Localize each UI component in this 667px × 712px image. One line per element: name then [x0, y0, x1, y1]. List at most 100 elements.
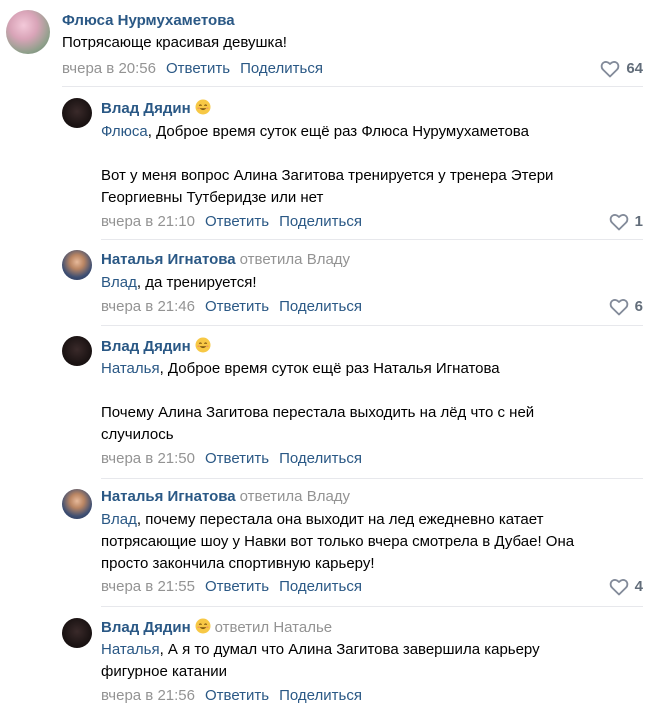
comment-text: Потрясающе красивая девушка!	[62, 32, 287, 54]
comment-thread: Флюса Нурмухаметова Потрясающе красивая …	[0, 0, 667, 712]
comment-text-line: Влад, да тренируется!	[101, 272, 257, 294]
comment-meta: вчера в 21:50 Ответить Поделиться	[101, 449, 362, 469]
comment: Влад Дядин ответил Наталье Наталья, А я т…	[0, 609, 667, 712]
comment: Влад Дядин Флюса, Доброе время суток ещё…	[0, 90, 667, 240]
reply-button[interactable]: Ответить	[205, 578, 269, 595]
share-button[interactable]: Поделиться	[240, 60, 323, 77]
comment-author[interactable]: Наталья Игнатова ответила Владу	[101, 487, 350, 507]
avatar[interactable]	[62, 98, 92, 128]
comment-text-line: Почему Алина Загитова перестала выходить…	[101, 404, 535, 421]
comment-text-rest: , Доброе время суток ещё раз Наталья Игн…	[159, 360, 500, 377]
reply-button[interactable]: Ответить	[166, 60, 230, 77]
comment-meta: вчера в 21:56 Ответить Поделиться	[101, 686, 362, 706]
share-button[interactable]: Поделиться	[279, 213, 362, 230]
comment-text-line: Флюса, Доброе время суток ещё раз Флюса …	[101, 121, 553, 143]
comment-author[interactable]: Влад Дядин	[101, 99, 211, 119]
like-button[interactable]: 64	[600, 59, 643, 79]
divider	[62, 86, 643, 87]
reply-button[interactable]: Ответить	[205, 213, 269, 230]
comment-meta: вчера в 21:10 Ответить Поделиться	[101, 212, 362, 232]
mention-link[interactable]: Наталья	[101, 360, 160, 377]
comment-text-rest: , почему перестала она выходит на лед еж…	[136, 511, 544, 528]
divider	[101, 325, 643, 326]
share-button[interactable]: Поделиться	[279, 578, 362, 595]
comment: Наталья Игнатова ответила Владу Влад, да …	[0, 240, 667, 327]
mention-link[interactable]: Влад	[101, 511, 137, 528]
share-button[interactable]: Поделиться	[279, 687, 362, 704]
avatar[interactable]	[6, 10, 50, 54]
comment-text: Влад, да тренируется!	[101, 272, 257, 294]
comment: Флюса Нурмухаметова Потрясающе красивая …	[0, 0, 667, 90]
comment-text: Флюса, Доброе время суток ещё раз Флюса …	[101, 121, 553, 209]
replied-to[interactable]: ответила Владу	[240, 488, 350, 505]
share-button[interactable]: Поделиться	[279, 298, 362, 315]
comment-text: Влад, почему перестала она выходит на ле…	[101, 509, 574, 575]
comment-text-rest: , Доброе время суток ещё раз Флюса Нурум…	[147, 123, 529, 140]
comment-time[interactable]: вчера в 21:56	[101, 687, 195, 704]
comment-text-line: потрясающие шоу у Навки вот только вчера…	[101, 533, 575, 550]
mention-link[interactable]: Наталья	[101, 641, 160, 658]
author-name[interactable]: Влад Дядин	[101, 100, 191, 117]
comment-text-line: просто закончила спортивную карьеру!	[101, 555, 375, 572]
reply-button[interactable]: Ответить	[205, 450, 269, 467]
heart-outline-icon	[609, 299, 628, 316]
comment-text-line: Георгиевны Тутберидзе или нет	[101, 189, 324, 206]
avatar[interactable]	[62, 489, 92, 519]
comment-text-blank	[101, 380, 534, 402]
comment-text-line: случилось	[101, 426, 174, 443]
comment-author[interactable]: Флюса Нурмухаметова	[62, 11, 235, 31]
author-name[interactable]: Наталья Игнатова	[101, 488, 236, 505]
comment-author[interactable]: Наталья Игнатова ответила Владу	[101, 250, 350, 270]
author-name[interactable]: Влад Дядин	[101, 338, 191, 355]
avatar[interactable]	[62, 250, 92, 280]
avatar[interactable]	[62, 618, 92, 648]
comment-meta: вчера в 20:56 Ответить Поделиться	[62, 59, 323, 79]
comment-text-line: Наталья, А я то думал что Алина Загитова…	[101, 639, 540, 661]
like-button[interactable]: 6	[609, 297, 643, 317]
like-count: 1	[634, 213, 643, 230]
like-count: 64	[626, 60, 643, 77]
smiling-face-icon	[195, 99, 211, 115]
comment-text-rest: , да тренируется!	[136, 274, 257, 291]
heart-outline-icon	[609, 214, 628, 231]
comment-text-line: фигурное катании	[101, 663, 227, 680]
author-name[interactable]: Наталья Игнатова	[101, 251, 236, 268]
author-name[interactable]: Влад Дядин	[101, 619, 191, 636]
smiling-face-icon	[195, 337, 211, 353]
comment-author[interactable]: Влад Дядин	[101, 337, 211, 357]
comment-time[interactable]: вчера в 21:10	[101, 213, 195, 230]
comment-text-line: Вот у меня вопрос Алина Загитова трениру…	[101, 167, 554, 184]
comment-text-blank	[101, 143, 553, 165]
share-button[interactable]: Поделиться	[279, 450, 362, 467]
comment-text: Наталья, А я то думал что Алина Загитова…	[101, 639, 540, 683]
comment: Наталья Игнатова ответила Владу Влад, поч…	[0, 479, 667, 609]
comment-time[interactable]: вчера в 21:46	[101, 298, 195, 315]
comment-meta: вчера в 21:46 Ответить Поделиться	[101, 297, 362, 317]
comment-meta: вчера в 21:55 Ответить Поделиться	[101, 577, 362, 597]
heart-outline-icon	[601, 61, 620, 78]
comment-text: Наталья, Доброе время суток ещё раз Ната…	[101, 358, 534, 446]
mention-link[interactable]: Влад	[101, 274, 137, 291]
like-button[interactable]: 4	[609, 577, 643, 597]
like-count: 4	[634, 578, 643, 595]
comment-time[interactable]: вчера в 20:56	[62, 60, 156, 77]
reply-button[interactable]: Ответить	[205, 687, 269, 704]
comment: Влад Дядин Наталья, Доброе время суток е…	[0, 327, 667, 479]
comment-text-rest: , А я то думал что Алина Загитова заверш…	[159, 641, 540, 658]
like-count: 6	[634, 298, 643, 315]
heart-outline-icon	[609, 579, 628, 596]
comment-time[interactable]: вчера в 21:50	[101, 450, 195, 467]
like-button[interactable]: 1	[609, 212, 643, 232]
comment-text-line: Наталья, Доброе время суток ещё раз Ната…	[101, 358, 534, 380]
replied-to[interactable]: ответила Владу	[240, 251, 350, 268]
replied-to[interactable]: ответил Наталье	[215, 619, 333, 636]
comment-text-line: Влад, почему перестала она выходит на ле…	[101, 509, 574, 531]
avatar[interactable]	[62, 336, 92, 366]
comment-text-line: Потрясающе красивая девушка!	[62, 34, 287, 51]
mention-link[interactable]: Флюса	[101, 123, 148, 140]
comment-time[interactable]: вчера в 21:55	[101, 578, 195, 595]
reply-button[interactable]: Ответить	[205, 298, 269, 315]
comment-author[interactable]: Влад Дядин ответил Наталье	[101, 618, 332, 638]
divider	[101, 606, 643, 607]
smiling-face-icon	[195, 618, 211, 634]
